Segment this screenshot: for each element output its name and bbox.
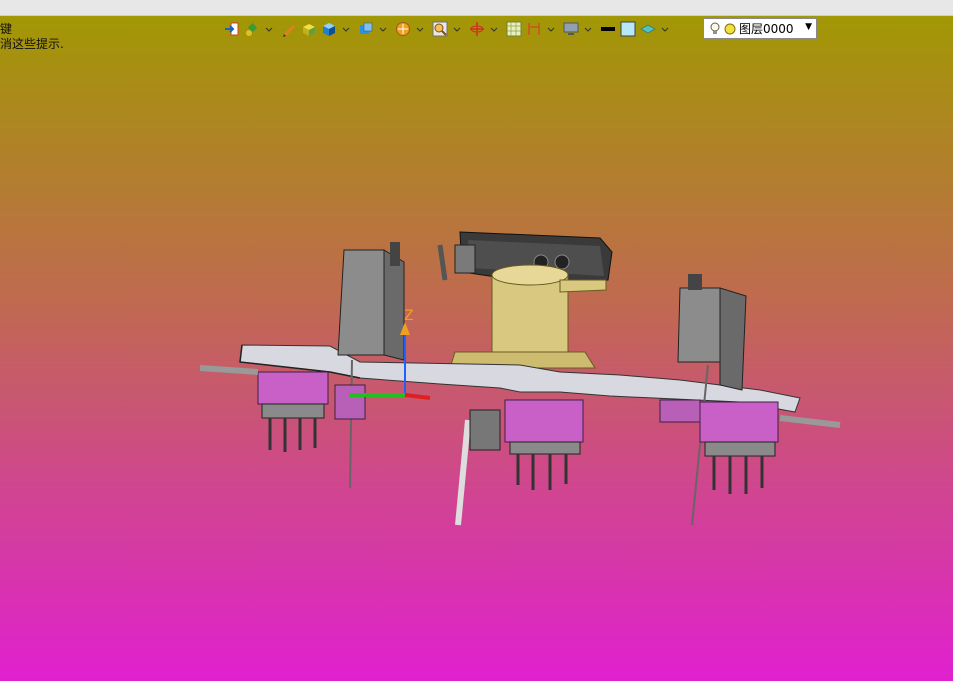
layer-button[interactable] [638, 18, 675, 40]
line-style-button[interactable] [598, 18, 618, 40]
cube-blue-icon [323, 23, 335, 36]
sun-icon [724, 23, 736, 34]
grid-button[interactable] [504, 18, 524, 40]
sphere-section-icon [396, 22, 410, 36]
chevron-down-icon [584, 27, 592, 32]
display-button[interactable] [561, 18, 598, 40]
chevron-down-icon [453, 27, 461, 32]
sketch-button[interactable] [279, 18, 299, 40]
line-black-icon [601, 27, 615, 31]
chevron-down-icon [265, 27, 273, 32]
layer-name: 图层0000 [739, 22, 794, 36]
monitor-icon [563, 22, 579, 35]
rotate-axis-icon [470, 22, 484, 36]
central-column [449, 264, 607, 369]
axis-label-z: Z [404, 308, 414, 324]
chevron-down-icon [416, 27, 424, 32]
pencil-icon [283, 25, 295, 37]
chevron-down-icon [490, 27, 498, 32]
chevron-down-icon [342, 27, 350, 32]
color-swatch-icon [620, 21, 636, 37]
chevron-down-icon [547, 27, 555, 32]
view-cube-icon [360, 22, 373, 34]
chevron-down-icon [379, 27, 387, 32]
layer-stack-icon [640, 24, 656, 34]
3d-model-viewport[interactable]: Z [0, 42, 953, 681]
zoom-button[interactable] [430, 18, 467, 40]
chevron-down-icon: ▼ [805, 22, 812, 32]
dimension-icon [528, 23, 540, 35]
box-yellow-icon [303, 24, 315, 36]
grid-icon [506, 21, 522, 37]
view-orientation-button[interactable] [356, 18, 393, 40]
rotate-button[interactable] [467, 18, 504, 40]
exit-view-icon [225, 22, 239, 36]
zoom-fit-icon [432, 21, 448, 37]
dimension-button[interactable] [524, 18, 561, 40]
lightbulb-icon [710, 22, 720, 34]
gripper-right [699, 401, 841, 494]
hint-line-1: 键 [0, 22, 13, 36]
section-view-button[interactable] [393, 18, 430, 40]
display-style-button[interactable] [319, 18, 356, 40]
exit-view-button[interactable] [222, 18, 242, 40]
window-top-strip [0, 0, 953, 16]
gripper-left [199, 365, 329, 452]
heads-up-toolbar [222, 17, 675, 41]
extrude-button[interactable] [299, 18, 319, 40]
chevron-down-icon [661, 27, 669, 32]
paint-bucket-icon [246, 23, 257, 36]
appearance-button[interactable] [242, 18, 279, 40]
color-button[interactable] [618, 18, 638, 40]
layer-select[interactable]: 图层0000 ▼ [703, 18, 817, 39]
